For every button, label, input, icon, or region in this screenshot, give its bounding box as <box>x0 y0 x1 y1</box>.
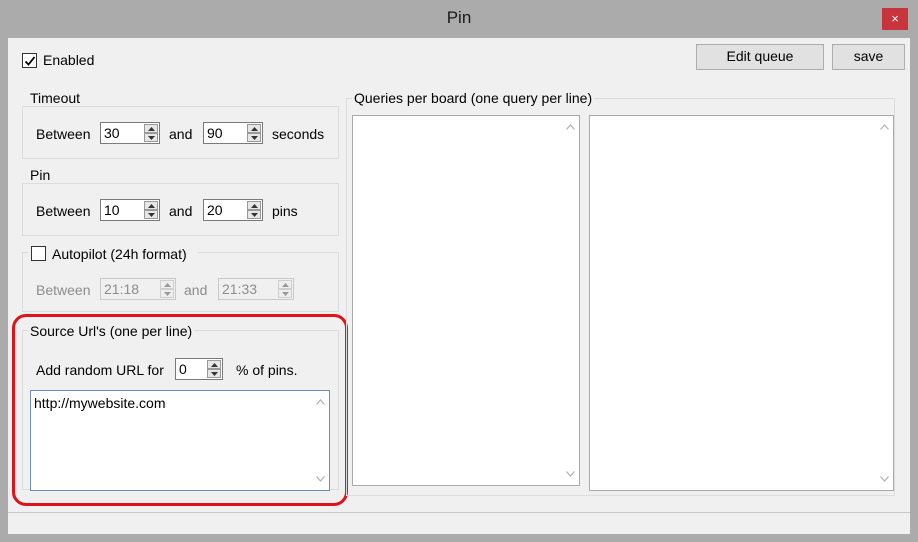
pin-unit-label: pins <box>272 203 298 219</box>
pin-max-stepper[interactable]: 20 <box>203 199 263 221</box>
spin-up-icon[interactable] <box>278 280 292 289</box>
chevron-up-icon[interactable] <box>566 124 575 130</box>
autopilot-start-time[interactable]: 21:18 <box>100 278 176 300</box>
close-button[interactable]: × <box>882 8 908 30</box>
spin-up-icon[interactable] <box>247 201 261 210</box>
autopilot-between-label: Between <box>36 282 91 298</box>
pin-max-value: 20 <box>207 202 223 218</box>
highlight-annotation <box>12 314 348 506</box>
autopilot-checkbox[interactable] <box>31 246 46 261</box>
spin-up-icon[interactable] <box>160 280 174 289</box>
spin-up-icon[interactable] <box>247 124 261 133</box>
timeout-unit-label: seconds <box>272 126 325 142</box>
queries-right-textarea[interactable] <box>589 115 894 491</box>
pin-and-label: and <box>169 203 193 219</box>
spin-down-icon[interactable] <box>247 133 261 142</box>
edit-queue-button[interactable]: Edit queue <box>696 44 824 70</box>
autopilot-label[interactable]: Autopilot (24h format) <box>52 246 187 262</box>
pin-between-label: Between <box>36 203 91 219</box>
chevron-down-icon[interactable] <box>566 471 575 477</box>
spin-down-icon[interactable] <box>160 289 174 298</box>
queries-right-scrollbar[interactable] <box>876 116 893 490</box>
enabled-label[interactable]: Enabled <box>43 52 94 68</box>
client-area: Enabled Edit queue save Timeout Between … <box>8 38 910 534</box>
queries-left-scrollbar[interactable] <box>562 116 579 485</box>
queries-group-title: Queries per board (one query per line) <box>352 90 595 106</box>
pin-min-stepper[interactable]: 10 <box>100 199 160 221</box>
pin-min-value: 10 <box>104 202 120 218</box>
timeout-max-stepper[interactable]: 90 <box>203 122 263 144</box>
spin-down-icon[interactable] <box>278 289 292 298</box>
chevron-up-icon[interactable] <box>880 124 889 130</box>
autopilot-end-time[interactable]: 21:33 <box>218 278 294 300</box>
check-icon <box>24 56 36 66</box>
timeout-and-label: and <box>169 126 193 142</box>
timeout-min-stepper[interactable]: 30 <box>100 122 160 144</box>
spin-up-icon[interactable] <box>144 124 158 133</box>
close-icon: × <box>891 11 899 26</box>
timeout-between-label: Between <box>36 126 91 142</box>
timeout-group-title: Timeout <box>28 90 83 106</box>
timeout-max-value: 90 <box>207 125 223 141</box>
spin-down-icon[interactable] <box>247 210 261 219</box>
status-divider <box>8 512 910 513</box>
spin-down-icon[interactable] <box>144 133 158 142</box>
queries-left-textarea[interactable] <box>352 115 580 486</box>
timeout-min-value: 30 <box>104 125 120 141</box>
spin-up-icon[interactable] <box>144 201 158 210</box>
window-title: Pin <box>446 8 472 27</box>
autopilot-end-value: 21:33 <box>222 281 258 297</box>
enabled-checkbox[interactable] <box>22 53 37 68</box>
autopilot-and-label: and <box>184 282 208 298</box>
chevron-down-icon[interactable] <box>880 476 889 482</box>
save-button[interactable]: save <box>832 44 905 70</box>
pin-window: Pin × Enabled Edit queue save Timeout Be… <box>0 0 918 542</box>
title-bar[interactable]: Pin × <box>0 0 918 38</box>
spin-down-icon[interactable] <box>144 210 158 219</box>
autopilot-start-value: 21:18 <box>104 281 140 297</box>
pin-group-title: Pin <box>28 167 53 183</box>
